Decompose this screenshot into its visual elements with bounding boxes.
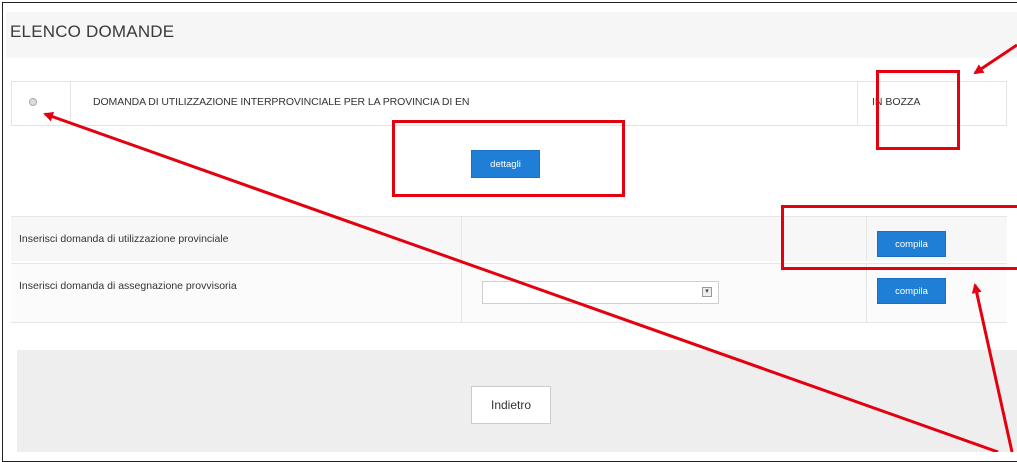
arrow-to-compila: [971, 283, 1014, 452]
arrow-to-status: [973, 43, 1017, 75]
arrow-to-expand-icon: [43, 111, 999, 452]
annotation-arrows: [43, 43, 1017, 452]
